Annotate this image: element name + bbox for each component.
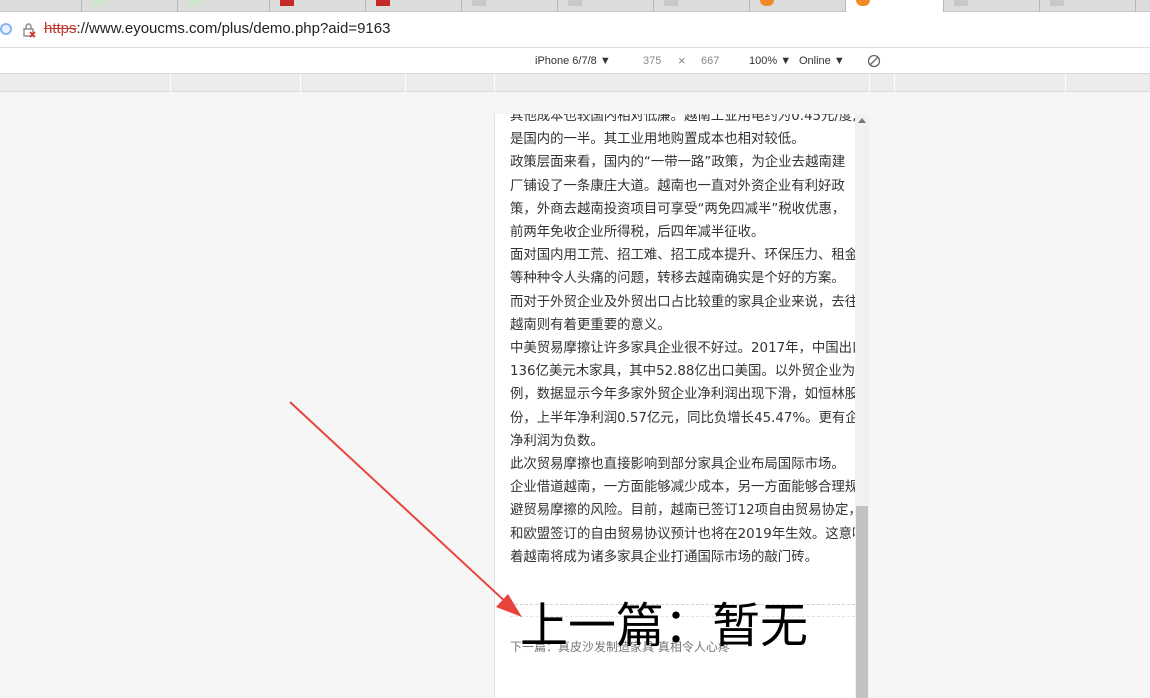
url-text: ://www.eyoucms.com/plus/demo.php?aid=916… [76, 20, 391, 37]
article-line: 其他成本也较国内相对低廉。越南工业用电约为0.45元/度, [510, 114, 856, 124]
article-line: 而对于外贸企业及外贸出口占比较重的家具企业来说，去往 [510, 294, 856, 310]
article-line: 前两年免收企业所得税，后四年减半征收。 [510, 225, 765, 241]
browser-tab[interactable] [944, 0, 1040, 12]
browser-tab[interactable] [82, 0, 178, 12]
insecure-lock-icon[interactable] [22, 22, 36, 38]
article-line: 避贸易摩擦的风险。目前，越南已签订12项自由贸易协定， [510, 503, 856, 519]
browser-tab[interactable] [750, 0, 846, 12]
tab-favicon-icon [280, 0, 294, 6]
tab-favicon-icon [954, 0, 968, 6]
zoom-select[interactable]: 100% ▼ [749, 55, 791, 67]
article-line: 策，外商去越南投资项目可享受“两免四减半”税收优惠， [510, 201, 846, 217]
article-line: 着越南将成为诸多家具企业打通国际市场的敲门砖。 [510, 549, 818, 565]
article-line: 例，数据显示今年多家外贸企业净利润出现下滑，如恒林股 [510, 387, 856, 403]
media-query-ruler [0, 74, 1150, 92]
article-line: 此次贸易摩擦也直接影响到部分家具企业布局国际市场。 [510, 457, 845, 473]
browser-tab[interactable] [558, 0, 654, 12]
browser-tab-strip [0, 0, 1150, 13]
scrollbar-thumb[interactable] [856, 506, 868, 698]
browser-tab[interactable] [1040, 0, 1136, 12]
article-line: 面对国内用工荒、招工难、招工成本提升、环保压力、租金 [510, 248, 856, 264]
tab-favicon-icon [760, 0, 774, 6]
article-line: 厂铺设了一条康庄大道。越南也一直对外资企业有利好政 [510, 178, 845, 194]
browser-tab[interactable] [462, 0, 558, 12]
article-line: 政策层面来看，国内的“一带一路”政策，为企业去越南建 [510, 155, 846, 171]
prev-article-link[interactable]: 上一篇：暂无 [520, 596, 808, 656]
url-scheme: https [44, 20, 77, 37]
browser-tab[interactable] [0, 0, 82, 12]
device-select[interactable]: iPhone 6/7/8 ▼ [535, 55, 611, 67]
tab-favicon-icon [92, 0, 106, 6]
article-line: 是国内的一半。其工业用地购置成本也相对较低。 [510, 132, 805, 148]
network-throttle-select[interactable]: Online ▼ [799, 55, 845, 67]
browser-tab[interactable] [178, 0, 270, 12]
article-line: 等种种令人头痛的问题，转移去越南确实是个好的方案。 [510, 271, 845, 287]
article-line: 中美贸易摩擦让许多家具企业很不好过。2017年，中国出口 [510, 341, 856, 357]
viewport-width-input[interactable]: 375 [643, 55, 661, 67]
viewport-height-input[interactable]: 667 [701, 55, 719, 67]
tab-favicon-icon [472, 0, 486, 6]
article-line: 企业借道越南，一方面能够减少成本，另一方面能够合理规 [510, 480, 856, 496]
browser-tab[interactable] [1136, 0, 1150, 12]
tab-favicon-icon [1050, 0, 1064, 6]
site-info-icon[interactable] [0, 23, 12, 35]
rotate-icon[interactable] [867, 54, 881, 68]
article-body: 其他成本也较国内相对低廉。越南工业用电约为0.45元/度, 是国内的一半。其工业… [510, 114, 856, 569]
browser-tab[interactable] [270, 0, 366, 12]
article-line: 越南则有着更重要的意义。 [510, 317, 671, 333]
article-line: 净利润为负数。 [510, 433, 604, 449]
dimension-times: × [678, 53, 686, 68]
tab-favicon-icon [856, 0, 870, 6]
browser-tab[interactable] [366, 0, 462, 12]
browser-tab[interactable] [654, 0, 750, 12]
url-field[interactable]: https://www.eyoucms.com/plus/demo.php?ai… [44, 20, 390, 37]
viewport-scrollbar[interactable] [855, 114, 869, 698]
mobile-viewport: 其他成本也较国内相对低廉。越南工业用电约为0.45元/度, 是国内的一半。其工业… [494, 114, 869, 698]
tab-favicon-icon [568, 0, 582, 6]
article-line: 和欧盟签订的自由贸易协议预计也将在2019年生效。这意味 [510, 526, 856, 542]
tab-favicon-icon [664, 0, 678, 6]
device-toolbar: iPhone 6/7/8 ▼ 375 × 667 100% ▼ Online ▼ [0, 48, 1150, 74]
address-bar: https://www.eyoucms.com/plus/demo.php?ai… [0, 12, 1150, 48]
tab-favicon-icon [188, 0, 202, 6]
article-line: 份，上半年净利润0.57亿元，同比负增长45.47%。更有企业 [510, 410, 856, 426]
scroll-up-icon[interactable] [858, 118, 866, 123]
article-line: 136亿美元木家具，其中52.88亿出口美国。以外贸企业为 [510, 364, 856, 380]
tab-favicon-icon [376, 0, 390, 6]
